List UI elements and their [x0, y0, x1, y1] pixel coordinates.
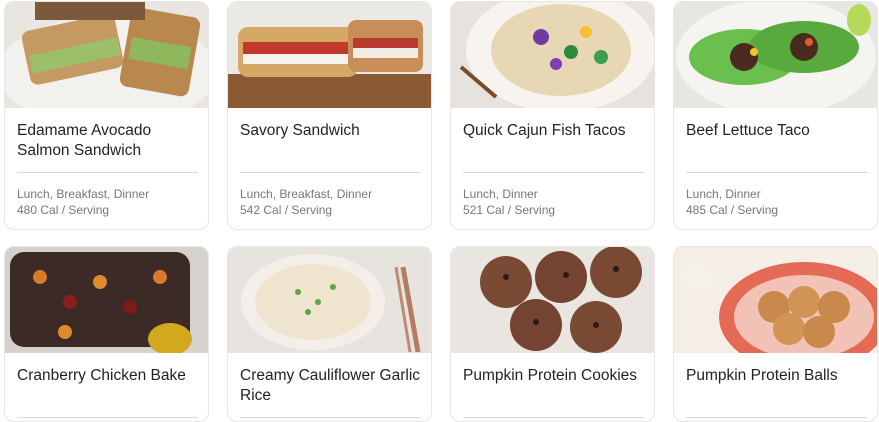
recipe-categories: Lunch, Dinner: [686, 187, 761, 201]
recipe-meta: Lunch, Breakfast, Dinner 542 Cal / Servi…: [240, 186, 421, 218]
recipe-image[interactable]: [451, 247, 654, 353]
divider: [240, 172, 421, 173]
recipe-meta: Lunch, Dinner 521 Cal / Serving: [463, 186, 644, 218]
divider: [463, 417, 644, 418]
divider: [240, 417, 421, 418]
recipe-meta: Lunch, Breakfast, Dinner 480 Cal / Servi…: [17, 186, 198, 218]
recipe-card[interactable]: Pumpkin Protein Cookies: [450, 246, 655, 422]
recipe-calories: 485 Cal / Serving: [686, 203, 779, 217]
divider: [17, 172, 198, 173]
recipe-card[interactable]: Creamy Cauliflower Garlic Rice: [227, 246, 432, 422]
recipe-image[interactable]: [451, 2, 654, 108]
divider: [686, 172, 867, 173]
recipe-title[interactable]: Pumpkin Protein Cookies: [463, 366, 644, 386]
divider: [17, 417, 198, 418]
recipe-card[interactable]: Quick Cajun Fish Tacos Lunch, Dinner 521…: [450, 1, 655, 230]
recipe-card[interactable]: Cranberry Chicken Bake: [4, 246, 209, 422]
recipe-title[interactable]: Pumpkin Protein Balls: [686, 366, 867, 386]
recipe-card[interactable]: Pumpkin Protein Balls: [673, 246, 878, 422]
recipe-title[interactable]: Edamame Avocado Salmon Sandwich: [17, 121, 198, 161]
recipe-categories: Lunch, Dinner: [463, 187, 538, 201]
recipe-categories: Lunch, Breakfast, Dinner: [17, 187, 150, 201]
recipe-image[interactable]: [228, 2, 431, 108]
recipe-image[interactable]: [674, 2, 877, 108]
recipe-image[interactable]: [674, 247, 877, 353]
recipe-title[interactable]: Savory Sandwich: [240, 121, 421, 141]
recipe-card[interactable]: Beef Lettuce Taco Lunch, Dinner 485 Cal …: [673, 1, 878, 230]
recipe-card[interactable]: Edamame Avocado Salmon Sandwich Lunch, B…: [4, 1, 209, 230]
recipe-categories: Lunch, Breakfast, Dinner: [240, 187, 373, 201]
divider: [463, 172, 644, 173]
recipe-meta: Lunch, Dinner 485 Cal / Serving: [686, 186, 867, 218]
divider: [686, 417, 867, 418]
recipe-image[interactable]: [5, 247, 208, 353]
recipe-title[interactable]: Quick Cajun Fish Tacos: [463, 121, 644, 141]
recipe-calories: 480 Cal / Serving: [17, 203, 110, 217]
recipe-calories: 521 Cal / Serving: [463, 203, 556, 217]
recipe-card[interactable]: Savory Sandwich Lunch, Breakfast, Dinner…: [227, 1, 432, 230]
recipe-image[interactable]: [228, 247, 431, 353]
recipe-title[interactable]: Creamy Cauliflower Garlic Rice: [240, 366, 421, 406]
recipe-title[interactable]: Beef Lettuce Taco: [686, 121, 867, 141]
recipe-image[interactable]: [5, 2, 208, 108]
recipe-calories: 542 Cal / Serving: [240, 203, 333, 217]
recipe-title[interactable]: Cranberry Chicken Bake: [17, 366, 198, 386]
